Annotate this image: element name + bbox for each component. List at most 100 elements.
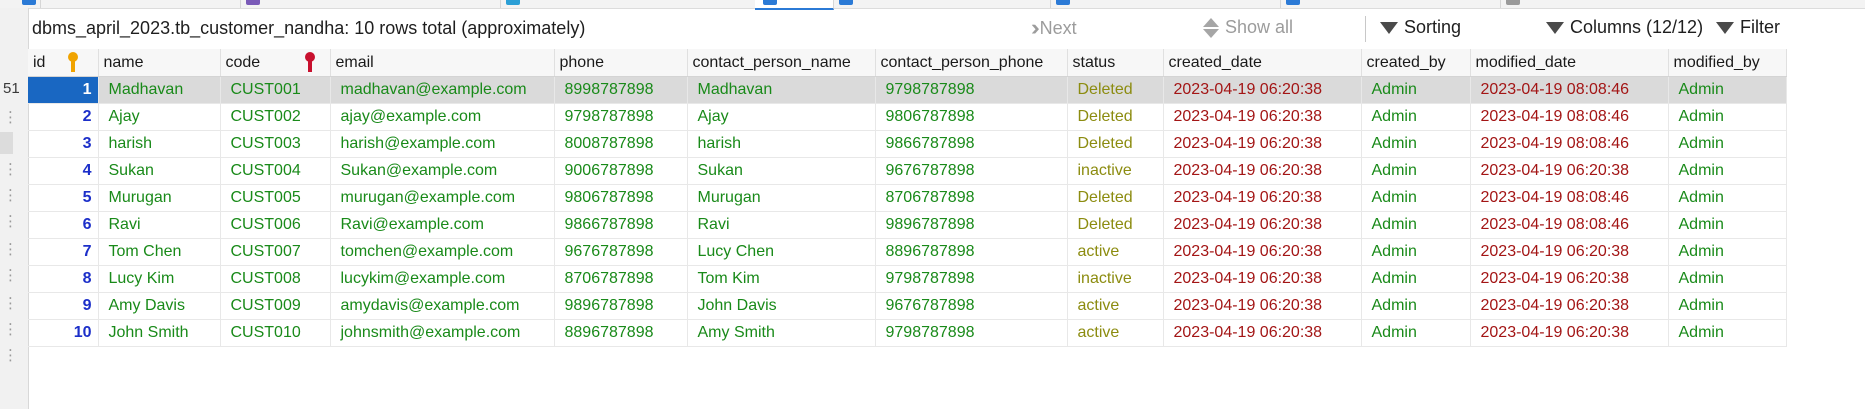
cell-status[interactable]: Deleted	[1067, 211, 1164, 239]
cell-name[interactable]: Ravi	[98, 211, 221, 239]
cell-phone[interactable]: 8998787898	[554, 76, 688, 104]
cell-phone[interactable]: 9006787898	[554, 157, 688, 185]
cell-contact-person-phone[interactable]: 9798787898	[875, 76, 1068, 104]
cell-contact-person-phone[interactable]: 9896787898	[875, 211, 1068, 239]
column-header-contact-person-phone[interactable]: contact_person_phone	[875, 49, 1068, 77]
cell-email[interactable]: madhavan@example.com	[330, 76, 555, 104]
cell-created-date[interactable]: 2023-04-19 06:20:38	[1163, 292, 1362, 320]
column-header-phone[interactable]: phone	[554, 49, 688, 77]
cell-created-by[interactable]: Admin	[1361, 130, 1471, 158]
cell-id[interactable]: 8	[28, 265, 99, 293]
table-row[interactable]: 10 John Smith CUST010 johnsmith@example.…	[28, 319, 1787, 347]
cell-modified-date[interactable]: 2023-04-19 08:08:46	[1470, 76, 1669, 104]
editor-tab[interactable]	[1280, 0, 1501, 8]
editor-tab[interactable]	[0, 0, 41, 8]
cell-status[interactable]: Deleted	[1067, 130, 1164, 158]
column-header-modified-date[interactable]: modified_date	[1470, 49, 1669, 77]
cell-created-by[interactable]: Admin	[1361, 76, 1471, 104]
table-row-selected[interactable]: 1 Madhavan CUST001 madhavan@example.com …	[28, 76, 1787, 104]
column-header-id[interactable]: id	[28, 49, 99, 77]
cell-modified-date[interactable]: 2023-04-19 06:20:38	[1470, 238, 1669, 266]
cell-status[interactable]: active	[1067, 238, 1164, 266]
cell-phone[interactable]: 9866787898	[554, 211, 688, 239]
cell-created-by[interactable]: Admin	[1361, 238, 1471, 266]
cell-code[interactable]: CUST005	[220, 184, 331, 212]
column-header-created-by[interactable]: created_by	[1361, 49, 1471, 77]
cell-contact-person-phone[interactable]: 9676787898	[875, 157, 1068, 185]
cell-name[interactable]: Amy Davis	[98, 292, 221, 320]
cell-phone[interactable]: 9896787898	[554, 292, 688, 320]
cell-created-by[interactable]: Admin	[1361, 184, 1471, 212]
columns-button[interactable]: Columns (12/12)	[1546, 17, 1703, 38]
table-row[interactable]: 5 Murugan CUST005 murugan@example.com 98…	[28, 184, 1787, 212]
cell-contact-person-name[interactable]: Sukan	[687, 157, 876, 185]
cell-contact-person-phone[interactable]: 9866787898	[875, 130, 1068, 158]
table-row[interactable]: 6 Ravi CUST006 Ravi@example.com 98667878…	[28, 211, 1787, 239]
cell-email[interactable]: Ravi@example.com	[330, 211, 555, 239]
cell-created-date[interactable]: 2023-04-19 06:20:38	[1163, 319, 1362, 347]
cell-status[interactable]: active	[1067, 292, 1164, 320]
cell-modified-date[interactable]: 2023-04-19 08:08:46	[1470, 130, 1669, 158]
table-row[interactable]: 3 harish CUST003 harish@example.com 8008…	[28, 130, 1787, 158]
cell-modified-by[interactable]: Admin	[1668, 103, 1787, 131]
editor-tab[interactable]	[1500, 0, 1865, 8]
cell-email[interactable]: tomchen@example.com	[330, 238, 555, 266]
cell-contact-person-name[interactable]: Lucy Chen	[687, 238, 876, 266]
sorting-button[interactable]: Sorting	[1380, 17, 1461, 38]
cell-created-by[interactable]: Admin	[1361, 157, 1471, 185]
column-header-created-date[interactable]: created_date	[1163, 49, 1362, 77]
cell-modified-by[interactable]: Admin	[1668, 184, 1787, 212]
column-header-contact-person-name[interactable]: contact_person_name	[687, 49, 876, 77]
cell-id[interactable]: 1	[28, 76, 99, 104]
cell-modified-date[interactable]: 2023-04-19 08:08:46	[1470, 211, 1669, 239]
editor-tab[interactable]	[833, 0, 1051, 8]
cell-id[interactable]: 6	[28, 211, 99, 239]
cell-phone[interactable]: 9806787898	[554, 184, 688, 212]
column-header-email[interactable]: email	[330, 49, 555, 77]
cell-modified-date[interactable]: 2023-04-19 08:08:46	[1470, 184, 1669, 212]
cell-modified-by[interactable]: Admin	[1668, 76, 1787, 104]
cell-email[interactable]: amydavis@example.com	[330, 292, 555, 320]
cell-created-date[interactable]: 2023-04-19 06:20:38	[1163, 184, 1362, 212]
cell-created-by[interactable]: Admin	[1361, 265, 1471, 293]
cell-created-date[interactable]: 2023-04-19 06:20:38	[1163, 103, 1362, 131]
cell-id[interactable]: 7	[28, 238, 99, 266]
cell-phone[interactable]: 8706787898	[554, 265, 688, 293]
cell-contact-person-phone[interactable]: 9798787898	[875, 265, 1068, 293]
cell-id[interactable]: 4	[28, 157, 99, 185]
cell-contact-person-name[interactable]: Ravi	[687, 211, 876, 239]
cell-phone[interactable]: 8008787898	[554, 130, 688, 158]
column-header-code[interactable]: code	[220, 49, 331, 77]
cell-id[interactable]: 5	[28, 184, 99, 212]
table-row[interactable]: 8 Lucy Kim CUST008 lucykim@example.com 8…	[28, 265, 1787, 293]
cell-name[interactable]: Madhavan	[98, 76, 221, 104]
editor-tab[interactable]	[40, 0, 241, 8]
cell-name[interactable]: Ajay	[98, 103, 221, 131]
cell-contact-person-name[interactable]: Ajay	[687, 103, 876, 131]
cell-email[interactable]: Sukan@example.com	[330, 157, 555, 185]
editor-tab[interactable]	[1050, 0, 1281, 8]
cell-contact-person-name[interactable]: Amy Smith	[687, 319, 876, 347]
cell-email[interactable]: ajay@example.com	[330, 103, 555, 131]
table-row[interactable]: 7 Tom Chen CUST007 tomchen@example.com 9…	[28, 238, 1787, 266]
cell-contact-person-phone[interactable]: 8896787898	[875, 238, 1068, 266]
table-row[interactable]: 4 Sukan CUST004 Sukan@example.com 900678…	[28, 157, 1787, 185]
cell-status[interactable]: Deleted	[1067, 76, 1164, 104]
cell-created-by[interactable]: Admin	[1361, 292, 1471, 320]
cell-status[interactable]: inactive	[1067, 157, 1164, 185]
cell-modified-by[interactable]: Admin	[1668, 130, 1787, 158]
cell-code[interactable]: CUST008	[220, 265, 331, 293]
editor-tab-active[interactable]	[755, 0, 834, 10]
cell-created-date[interactable]: 2023-04-19 06:20:38	[1163, 157, 1362, 185]
cell-email[interactable]: lucykim@example.com	[330, 265, 555, 293]
cell-modified-by[interactable]: Admin	[1668, 292, 1787, 320]
cell-contact-person-name[interactable]: Madhavan	[687, 76, 876, 104]
cell-code[interactable]: CUST003	[220, 130, 331, 158]
cell-name[interactable]: John Smith	[98, 319, 221, 347]
cell-email[interactable]: harish@example.com	[330, 130, 555, 158]
cell-contact-person-name[interactable]: John Davis	[687, 292, 876, 320]
cell-status[interactable]: active	[1067, 319, 1164, 347]
cell-name[interactable]: Sukan	[98, 157, 221, 185]
cell-modified-by[interactable]: Admin	[1668, 157, 1787, 185]
show-all-button[interactable]: Show all	[1203, 17, 1293, 38]
